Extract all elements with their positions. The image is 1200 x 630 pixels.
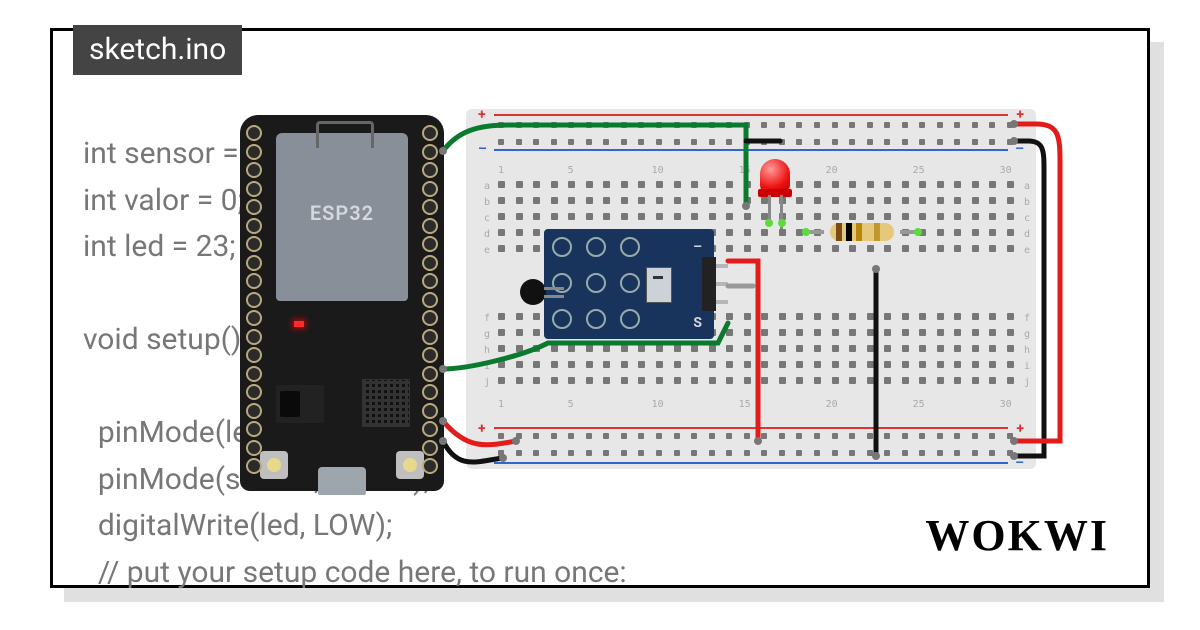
- wire-red-3v3: [443, 421, 516, 445]
- esp32-switch: [276, 385, 324, 423]
- esp32-usb-chip: [362, 379, 410, 427]
- esp32-power-led: [294, 321, 304, 327]
- esp32-shield: ESP32: [276, 133, 408, 301]
- esp32-usb-port: [318, 467, 366, 495]
- wire-green-d2: [443, 323, 728, 369]
- file-tab[interactable]: sketch.ino: [73, 25, 242, 75]
- preview-card: sketch.ino int sensor = 2; int valor = 0…: [50, 28, 1150, 588]
- wokwi-logo-text: WOKWI: [925, 511, 1109, 560]
- file-tab-label: sketch.ino: [89, 32, 226, 67]
- wire-red-rail-link: [1014, 124, 1060, 441]
- wire-layer: [408, 111, 1188, 491]
- wire-green-d23: [443, 125, 746, 206]
- circuit-diagram: + + – – + + – – 115510101515202025253030…: [408, 111, 1188, 491]
- wire-black-rail-link: [1014, 141, 1044, 456]
- esp32-label: ESP32: [276, 201, 408, 225]
- wokwi-logo: WOKWI: [925, 510, 1109, 561]
- esp32-boot-button[interactable]: [260, 451, 288, 479]
